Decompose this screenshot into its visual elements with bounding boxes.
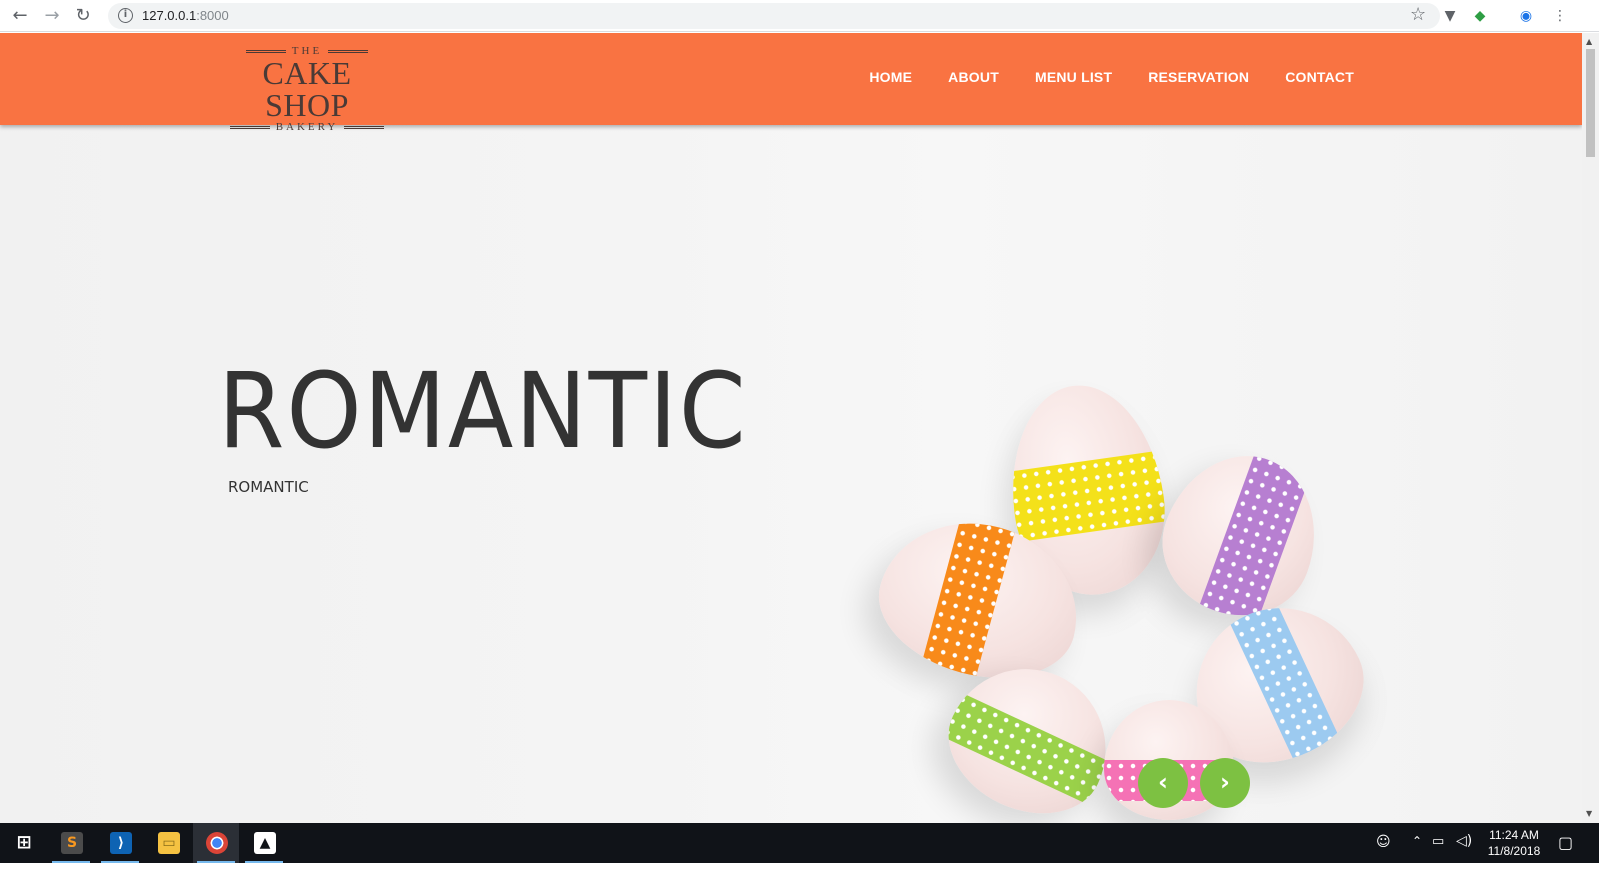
- forward-arrow-icon[interactable]: →: [42, 6, 62, 26]
- nav-contact-link[interactable]: CONTACT: [1285, 69, 1354, 85]
- scroll-up-arrow-icon[interactable]: ▲: [1586, 37, 1592, 46]
- address-bar[interactable]: i 127.0.0.1:8000: [108, 3, 1440, 29]
- vue-devtools-extension-icon[interactable]: ▼: [1440, 6, 1460, 26]
- slider-next-button[interactable]: ›: [1200, 758, 1250, 808]
- scrollbar-thumb[interactable]: [1586, 49, 1595, 157]
- info-icon[interactable]: i: [118, 8, 133, 23]
- site-header: THE CAKE SHOP BAKERY HOME ABOUT MENU LIS…: [0, 33, 1582, 133]
- bookmark-star-icon[interactable]: ☆: [1410, 4, 1426, 25]
- windows-taskbar: ⊞ S ⟩ ▭ ▲ ☺ ⌃ ▭ ◁) 11:24 AM 11/8/2018 ▢: [0, 823, 1599, 863]
- hero-slider: ROMANTIC ROMANTIC: [0, 125, 1582, 823]
- nav-reservation-link[interactable]: RESERVATION: [1148, 69, 1249, 85]
- back-arrow-icon[interactable]: ←: [10, 6, 30, 26]
- address-url[interactable]: 127.0.0.1:8000: [142, 8, 229, 23]
- logo-the-text: THE: [291, 45, 323, 57]
- nav-home-link[interactable]: HOME: [869, 69, 912, 85]
- windows-start-icon[interactable]: ⊞: [0, 823, 46, 863]
- people-icon[interactable]: ☺: [1376, 834, 1391, 874]
- network-icon[interactable]: ▭: [1432, 834, 1444, 874]
- chrome-taskbar-icon[interactable]: [193, 823, 239, 863]
- clock-date: 11/8/2018: [1487, 844, 1541, 858]
- page-scrollbar[interactable]: ▲ ▼: [1582, 33, 1599, 823]
- chrome-menu-icon[interactable]: ⋮: [1550, 6, 1570, 26]
- hero-title: ROMANTIC: [218, 350, 748, 472]
- reload-icon[interactable]: ↻: [73, 6, 93, 26]
- screenshot-camera-icon[interactable]: ◉: [1516, 6, 1536, 26]
- file-explorer-icon[interactable]: ▭: [145, 823, 191, 863]
- action-center-icon[interactable]: ▢: [1558, 833, 1573, 873]
- show-hidden-icons-chevron-icon[interactable]: ⌃: [1412, 834, 1422, 874]
- hero-subtitle: ROMANTIC: [228, 478, 309, 496]
- nav-menu-list-link[interactable]: MENU LIST: [1035, 69, 1112, 85]
- volume-icon[interactable]: ◁): [1456, 833, 1472, 873]
- slider-prev-button[interactable]: ‹: [1138, 758, 1188, 808]
- taskbar-clock[interactable]: 11:24 AM 11/8/2018: [1482, 827, 1546, 859]
- extension-puzzle-icon[interactable]: ◆: [1470, 6, 1490, 26]
- vscode-icon[interactable]: ⟩: [97, 823, 143, 863]
- cake-shop-logo[interactable]: THE CAKE SHOP BAKERY: [218, 45, 396, 133]
- clock-time: 11:24 AM: [1489, 828, 1539, 842]
- browser-toolbar: ← → ↻ i 127.0.0.1:8000 ☆ ▼ ◆ ◉ ⋮: [0, 0, 1599, 32]
- website-viewport: THE CAKE SHOP BAKERY HOME ABOUT MENU LIS…: [0, 33, 1582, 823]
- scroll-down-arrow-icon[interactable]: ▼: [1586, 809, 1592, 818]
- logo-bakery-text: BAKERY: [275, 121, 339, 133]
- main-navigation: HOME ABOUT MENU LIST RESERVATION CONTACT: [869, 69, 1354, 85]
- egg-purple: [1143, 434, 1339, 636]
- sublime-text-icon[interactable]: S: [48, 823, 94, 863]
- nav-about-link[interactable]: ABOUT: [948, 69, 999, 85]
- photos-icon[interactable]: ▲: [241, 823, 287, 863]
- logo-main-text: CAKE SHOP: [262, 55, 352, 123]
